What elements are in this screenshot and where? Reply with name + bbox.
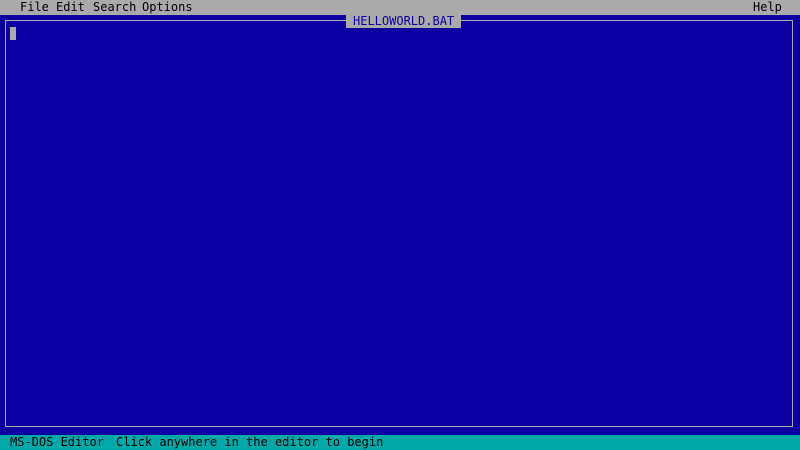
status-app-name: MS-DOS Editor: [10, 435, 104, 449]
status-bar: MS-DOS Editor Click anywhere in the edit…: [0, 435, 800, 450]
editor-text-area[interactable]: [8, 25, 790, 423]
menu-edit[interactable]: Edit: [56, 0, 85, 15]
menu-search[interactable]: Search: [93, 0, 136, 15]
text-cursor: [10, 27, 16, 40]
menu-bar: File Edit Search Options Help: [0, 0, 800, 15]
menu-help[interactable]: Help: [753, 0, 782, 15]
status-message: Click anywhere in the editor to begin: [116, 435, 384, 449]
editor-window[interactable]: HELLOWORLD.BAT: [0, 15, 800, 435]
menu-file[interactable]: File: [20, 0, 49, 15]
menu-options[interactable]: Options: [142, 0, 193, 15]
